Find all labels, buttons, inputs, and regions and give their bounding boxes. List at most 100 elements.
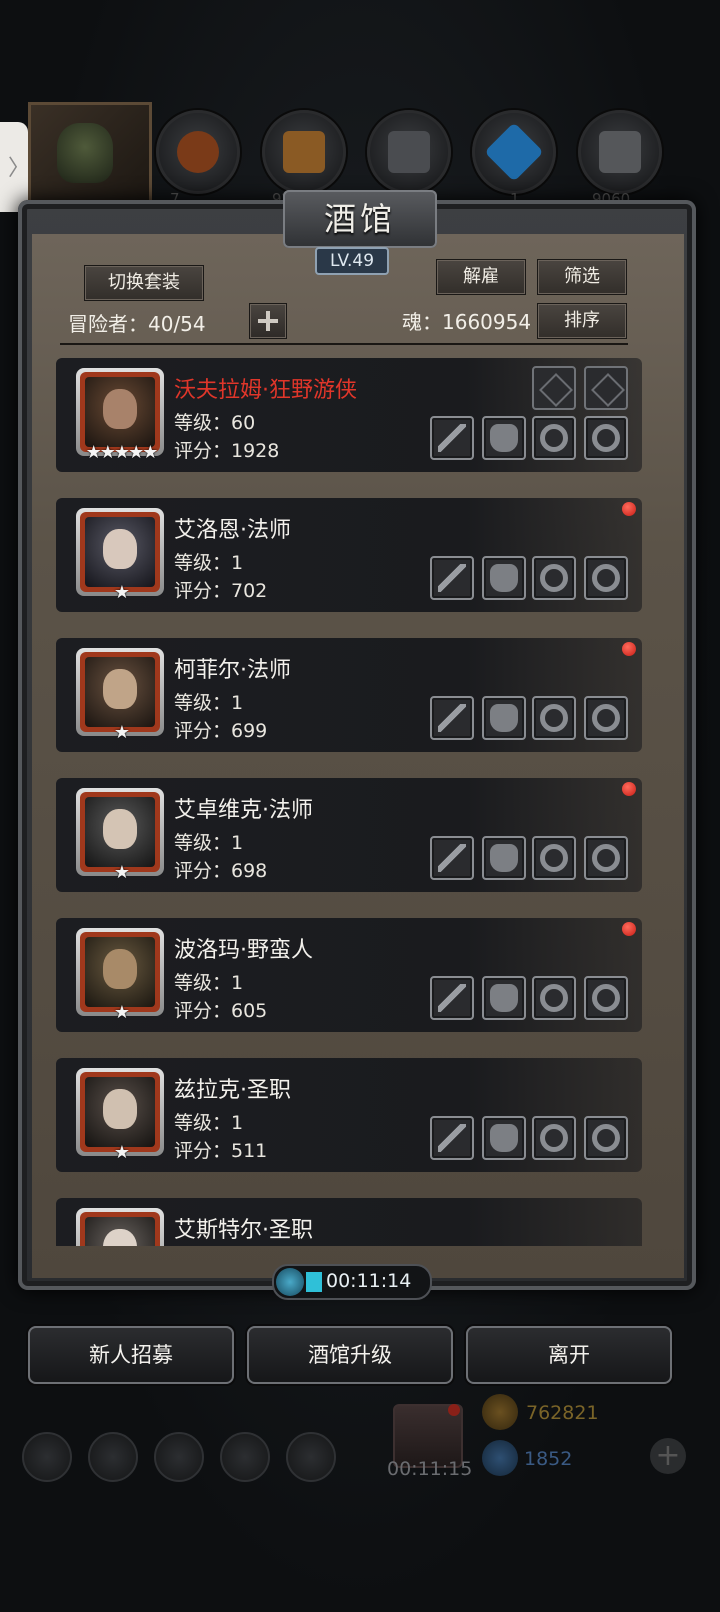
side-expand-tab[interactable]: 〉	[0, 122, 31, 212]
new-indicator	[622, 782, 636, 796]
refresh-timer: 00:11:14	[272, 1264, 432, 1300]
ring-icon[interactable]	[584, 836, 628, 880]
timer-progress	[306, 1272, 322, 1292]
upgrade-tavern-button[interactable]: 酒馆升级	[247, 1326, 453, 1384]
ring-icon[interactable]	[584, 416, 628, 460]
hero-stars: ★★★★★	[85, 442, 159, 463]
clock-icon	[276, 1268, 304, 1296]
hero-name: 柯菲尔·法师	[174, 658, 291, 683]
leave-button[interactable]: 离开	[466, 1326, 672, 1384]
hero-list[interactable]: ★★★★★ 沃夫拉姆·狂野游侠 等级：60 评分：1928 ★ 艾洛恩·法师 等…	[56, 356, 646, 1246]
armor-icon[interactable]	[482, 1116, 526, 1160]
add-slot-button[interactable]	[249, 303, 287, 339]
hero-score: 评分：605	[174, 1000, 268, 1022]
gem-icon	[482, 1440, 518, 1476]
divider	[60, 343, 628, 345]
hero-row[interactable]: ★ 波洛玛·野蛮人 等级：1 评分：605	[56, 918, 642, 1032]
hero-score: 评分：698	[174, 860, 268, 882]
armor-icon[interactable]	[482, 976, 526, 1020]
switch-outfit-button[interactable]: 切换套装	[84, 265, 204, 301]
settings-icon[interactable]	[22, 1432, 72, 1482]
ring-icon[interactable]	[532, 556, 576, 600]
ring-icon[interactable]	[532, 976, 576, 1020]
gem-amount: 1852	[524, 1448, 573, 1470]
food-resource-icon[interactable]	[156, 110, 240, 194]
hero-stars: ★	[113, 722, 130, 743]
mail-icon[interactable]	[220, 1432, 270, 1482]
hero-level: 等级：1	[174, 972, 244, 994]
add-currency-button[interactable]: +	[650, 1438, 686, 1474]
hero-score: 评分：699	[174, 720, 268, 742]
hero-name: 波洛玛·野蛮人	[174, 938, 313, 963]
gift-notification-dot	[448, 1404, 460, 1416]
hero-name: 艾斯特尔·圣职	[174, 1218, 313, 1243]
ring-icon[interactable]	[532, 1116, 576, 1160]
page-title: 酒馆	[323, 200, 396, 238]
adventurer-count: 冒险者：40/54	[68, 312, 206, 336]
ring-icon[interactable]	[532, 696, 576, 740]
mace-icon[interactable]	[430, 1116, 474, 1160]
ring-icon[interactable]	[584, 1116, 628, 1160]
staff-icon[interactable]	[430, 696, 474, 740]
hero-level: 等级：60	[174, 412, 256, 434]
hero-name: 沃夫拉姆·狂野游侠	[174, 378, 357, 403]
chevron-right-icon: 〉	[8, 156, 31, 181]
map-icon[interactable]	[154, 1432, 204, 1482]
hero-avatar	[76, 1208, 164, 1246]
stone-resource-icon[interactable]	[578, 110, 662, 194]
hourglass-slot-icon[interactable]	[584, 366, 628, 410]
hero-level: 等级：1	[174, 1112, 244, 1134]
armor-icon[interactable]	[482, 696, 526, 740]
player-portrait[interactable]	[28, 102, 152, 208]
tavern-level-badge: LV.49	[315, 247, 389, 275]
recruit-button[interactable]: 新人招募	[28, 1326, 234, 1384]
title-plate: 酒馆	[283, 190, 437, 248]
hero-score: 评分：702	[174, 580, 268, 602]
gold-amount: 762821	[526, 1402, 599, 1424]
staff-icon[interactable]	[430, 836, 474, 880]
achievement-icon[interactable]	[88, 1432, 138, 1482]
hero-name: 兹拉克·圣职	[174, 1078, 291, 1103]
gift-timer: 00:11:15	[387, 1458, 473, 1480]
staff-icon[interactable]	[430, 556, 474, 600]
new-indicator	[622, 922, 636, 936]
hero-name: 艾卓维克·法师	[174, 798, 313, 823]
crystal-resource-icon[interactable]	[472, 110, 556, 194]
hero-score: 评分：511	[174, 1140, 268, 1162]
armor-icon[interactable]	[482, 836, 526, 880]
hero-level: 等级：1	[174, 552, 244, 574]
hero-row[interactable]: ★ 艾卓维克·法师 等级：1 评分：698	[56, 778, 642, 892]
hero-row[interactable]: 艾斯特尔·圣职	[56, 1198, 642, 1246]
hero-stars: ★	[113, 582, 130, 603]
ring-icon[interactable]	[584, 976, 628, 1020]
hero-stars: ★	[113, 1002, 130, 1023]
hero-row[interactable]: ★ 兹拉克·圣职 等级：1 评分：511	[56, 1058, 642, 1172]
soul-count: 魂：1660954	[402, 310, 532, 334]
hero-score: 评分：1928	[174, 440, 280, 462]
hero-stars: ★	[113, 1142, 130, 1163]
wood-resource-icon[interactable]	[262, 110, 346, 194]
hero-row[interactable]: ★ 柯菲尔·法师 等级：1 评分：699	[56, 638, 642, 752]
ring-icon[interactable]	[532, 836, 576, 880]
hero-row[interactable]: ★ 艾洛恩·法师 等级：1 评分：702	[56, 498, 642, 612]
gold-coin-icon	[482, 1394, 518, 1430]
sort-button[interactable]: 排序	[537, 303, 627, 339]
ring-icon[interactable]	[584, 556, 628, 600]
hero-row[interactable]: ★★★★★ 沃夫拉姆·狂野游侠 等级：60 评分：1928	[56, 358, 642, 472]
axe-icon[interactable]	[430, 976, 474, 1020]
dismiss-button[interactable]: 解雇	[436, 259, 526, 295]
armor-icon[interactable]	[482, 556, 526, 600]
shop-icon[interactable]	[286, 1432, 336, 1482]
hero-name: 艾洛恩·法师	[174, 518, 291, 543]
hero-level: 等级：1	[174, 832, 244, 854]
player-avatar-icon	[57, 123, 113, 183]
hero-level: 等级：1	[174, 692, 244, 714]
filter-button[interactable]: 筛选	[537, 259, 627, 295]
ring-icon[interactable]	[532, 416, 576, 460]
bow-icon[interactable]	[430, 416, 474, 460]
ring-icon[interactable]	[584, 696, 628, 740]
hero-stars: ★	[113, 862, 130, 883]
hourglass-slot-icon[interactable]	[532, 366, 576, 410]
armor-icon[interactable]	[482, 416, 526, 460]
iron-resource-icon[interactable]	[367, 110, 451, 194]
